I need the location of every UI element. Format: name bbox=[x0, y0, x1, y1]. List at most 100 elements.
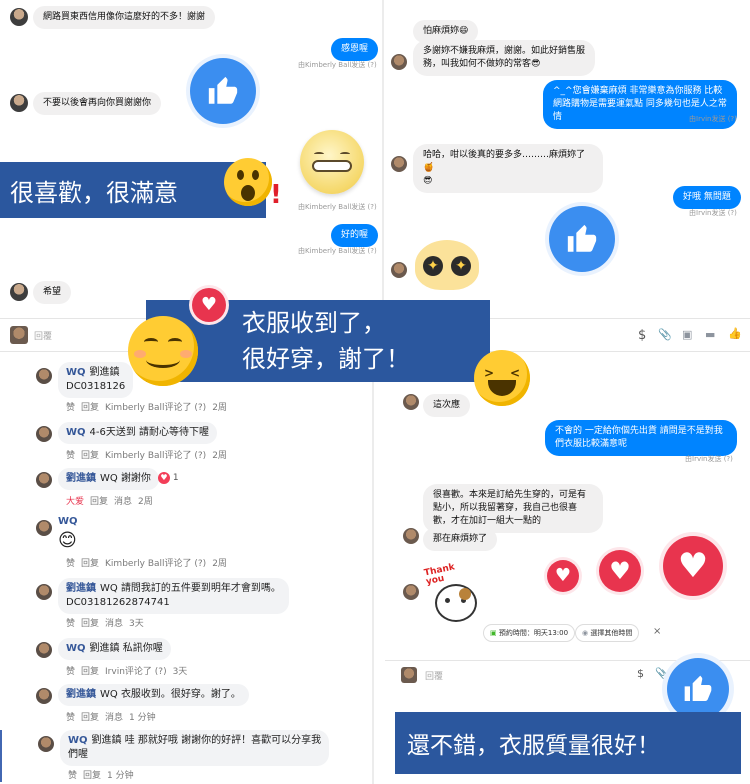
reply-link[interactable]: 回复 bbox=[81, 403, 99, 413]
message-text: 哈哈，咁以後真的要多多………麻煩妳了🍯 bbox=[423, 150, 586, 173]
comment: WQ 😊 赞回复 Kimberly Ball评论了 (?) 2周 bbox=[0, 516, 360, 570]
reply-link[interactable]: 回复 bbox=[81, 667, 99, 677]
love-reaction[interactable]: ♥ 1 bbox=[158, 472, 179, 484]
love-link[interactable]: 大爱 bbox=[66, 497, 84, 507]
avatar[interactable] bbox=[36, 368, 52, 384]
message-bubble: 網路買東西信用像你這麼好的不多！謝謝 bbox=[33, 6, 216, 29]
reaction-count: 1 bbox=[172, 473, 179, 483]
like-link[interactable]: 赞 bbox=[66, 713, 75, 723]
surprised-emoji bbox=[224, 158, 272, 206]
comment-actions: 大爱 回复 消息 2周 bbox=[66, 494, 159, 507]
comments-panel: WQ 劉進鎮 DC0318126 赞回复 Kimberly Ball评论了 (?) 2周… bbox=[0, 352, 372, 784]
message-link[interactable]: 消息 bbox=[105, 619, 123, 629]
like-sticker bbox=[667, 658, 729, 720]
comment-actions: 赞回复 Irvin评论了 (?) 3天 bbox=[66, 664, 193, 677]
comment-author[interactable]: WQ bbox=[66, 427, 86, 438]
message-bubble-sent: 好的喔 bbox=[331, 224, 379, 247]
reply-link[interactable]: 回复 bbox=[81, 713, 99, 723]
comment: WQ 劉進鎮 哇 那就好哦 謝謝你的好評！喜歡可以分享我 們喔 赞回复 1 分钟 bbox=[0, 730, 360, 782]
divider bbox=[372, 352, 374, 784]
timestamp: 2周 bbox=[212, 403, 227, 413]
dollar-icon[interactable]: $ bbox=[638, 328, 646, 343]
message-link[interactable]: 消息 bbox=[114, 497, 132, 507]
avatar[interactable] bbox=[36, 472, 52, 488]
image-icon[interactable]: ▣ bbox=[682, 328, 692, 341]
message-bubble: 哈哈，咁以後真的要多多………麻煩妳了🍯 😎 bbox=[413, 144, 603, 193]
comment-text: 們喔 bbox=[68, 749, 88, 760]
avatar[interactable] bbox=[391, 262, 407, 278]
reply-link[interactable]: 回复 bbox=[90, 497, 108, 507]
avatar[interactable] bbox=[401, 667, 417, 683]
avatar[interactable] bbox=[391, 156, 407, 172]
avatar[interactable] bbox=[36, 520, 52, 536]
comment-actions: 赞回复 消息 1 分钟 bbox=[66, 710, 162, 723]
attachment-icon[interactable]: 📎 bbox=[658, 328, 672, 341]
comment-actions: 赞回复 1 分钟 bbox=[68, 768, 140, 781]
reply-link[interactable]: 回复 bbox=[83, 771, 101, 781]
comment-author[interactable]: 劉進鎮 bbox=[66, 689, 96, 700]
avatar[interactable] bbox=[403, 584, 419, 600]
message-link[interactable]: 消息 bbox=[105, 713, 123, 723]
timestamp: 1 分钟 bbox=[129, 713, 156, 723]
comment: 劉進鎮 WQ 謝謝你 ♥ 1 大爱 回复 消息 2周 bbox=[0, 468, 360, 507]
comment-bubble: 劉進鎮 WQ 謝謝你 bbox=[58, 468, 159, 490]
comment-author[interactable]: WQ bbox=[58, 516, 78, 527]
other-time-chip[interactable]: ◉ 選擇其他時間 bbox=[575, 624, 640, 642]
comment-text: DC03181262874741 bbox=[66, 597, 170, 608]
comment-bubble: 劉進鎮 WQ 衣服收到。很好穿。謝了。 bbox=[58, 684, 249, 706]
thank-you-sticker: Thank you bbox=[423, 562, 487, 626]
message-bubble: 那在麻煩妳了 bbox=[423, 528, 498, 551]
avatar[interactable] bbox=[10, 326, 28, 344]
reply-link[interactable]: 回复 bbox=[81, 451, 99, 461]
thumbs-up-icon[interactable]: 👍 bbox=[728, 327, 742, 340]
avatar[interactable] bbox=[36, 642, 52, 658]
chat-icon[interactable]: ▬ bbox=[705, 328, 715, 341]
commenter-meta: Kimberly Ball评论了 (?) bbox=[105, 559, 207, 569]
message-text: 😎 bbox=[423, 176, 433, 186]
comment-author[interactable]: 劉進鎮 bbox=[66, 583, 96, 594]
grin-emoji-sticker bbox=[300, 130, 364, 194]
avatar[interactable] bbox=[36, 426, 52, 442]
reply-link[interactable]: 回复 bbox=[81, 559, 99, 569]
comment-author[interactable]: WQ bbox=[68, 735, 88, 746]
avatar[interactable] bbox=[403, 528, 419, 544]
laughing-emoji: > < bbox=[474, 350, 530, 406]
dollar-icon[interactable]: $ bbox=[637, 667, 644, 680]
message-bubble: 多謝妳不嫌我麻煩，謝謝。如此好銷售服務，叫我如何不做妳的常客😎 bbox=[413, 40, 595, 76]
like-link[interactable]: 赞 bbox=[66, 619, 75, 629]
comment-author[interactable]: WQ bbox=[66, 643, 86, 654]
message-bubble-sent: 不會的 一定給你個先出貨 請問是不是對我們衣服比較滿意呢 bbox=[545, 420, 737, 456]
appointment-chip[interactable]: ▣ 預約時間：明天13:00 bbox=[483, 624, 576, 642]
comment-actions: 赞回复 Kimberly Ball评论了 (?) 2周 bbox=[66, 448, 233, 461]
comment-bubble: WQ 劉進鎮 哇 那就好哦 謝謝你的好評！喜歡可以分享我 們喔 bbox=[60, 730, 330, 766]
like-link[interactable]: 赞 bbox=[66, 451, 75, 461]
avatar[interactable] bbox=[36, 584, 52, 600]
like-link[interactable]: 赞 bbox=[68, 771, 77, 781]
avatar[interactable] bbox=[10, 283, 28, 301]
avatar[interactable] bbox=[36, 688, 52, 704]
calendar-icon: ▣ bbox=[490, 629, 497, 637]
like-link[interactable]: 赞 bbox=[66, 403, 75, 413]
comment-author[interactable]: 劉進鎮 bbox=[66, 473, 96, 484]
avatar[interactable] bbox=[403, 394, 419, 410]
reply-input[interactable]: 回覆 bbox=[34, 329, 52, 342]
heart-icon: ♥ bbox=[599, 550, 641, 592]
avatar[interactable] bbox=[10, 8, 28, 26]
avatar[interactable] bbox=[10, 94, 28, 112]
avatar[interactable] bbox=[38, 736, 54, 752]
like-sticker bbox=[190, 58, 256, 124]
reply-input[interactable]: 回覆 bbox=[425, 669, 443, 682]
like-link[interactable]: 赞 bbox=[66, 667, 75, 677]
comment-actions: 赞回复 消息 3天 bbox=[66, 616, 150, 629]
like-link[interactable]: 赞 bbox=[66, 559, 75, 569]
comment-bubble: 劉進鎮 WQ 請問我訂的五件要到明年才會到嗎。 DC03181262874741 bbox=[58, 578, 289, 614]
timestamp: 3天 bbox=[129, 619, 144, 629]
chip-label: 選擇其他時間 bbox=[590, 629, 633, 637]
avatar[interactable] bbox=[391, 54, 407, 70]
sender-meta: 由Kimberly Ball发送 (?) bbox=[298, 203, 377, 211]
comment-author[interactable]: WQ bbox=[66, 367, 86, 378]
reply-link[interactable]: 回复 bbox=[81, 619, 99, 629]
comment-text: WQ 衣服收到。很好穿。謝了。 bbox=[100, 689, 241, 700]
close-icon[interactable]: × bbox=[653, 626, 661, 637]
attachment-icon[interactable]: 📎 bbox=[655, 667, 669, 680]
